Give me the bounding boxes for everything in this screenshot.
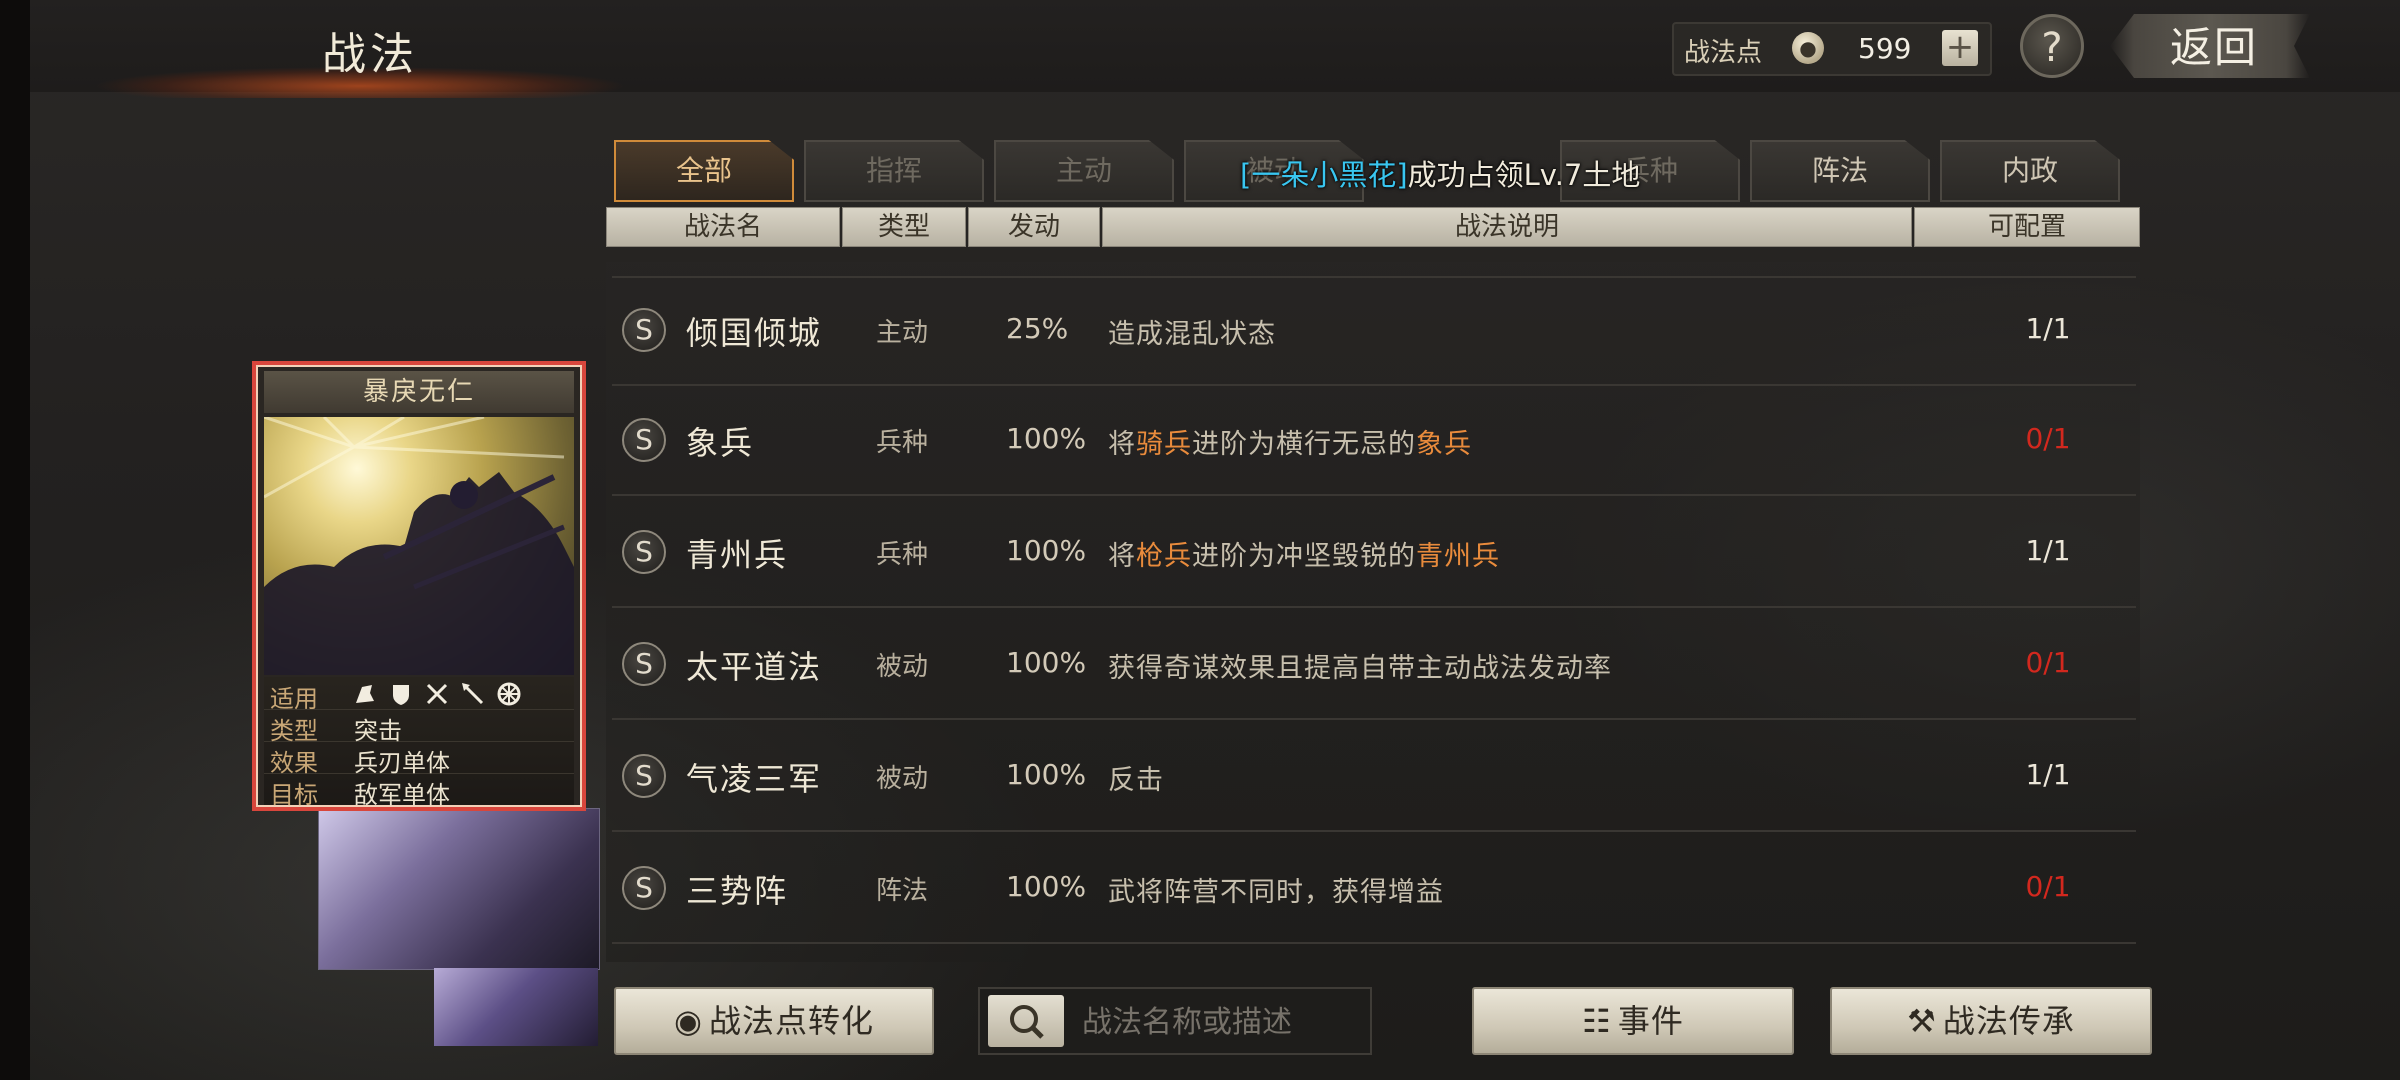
shield-icon <box>393 685 409 705</box>
back-label[interactable]: 返回 <box>2170 14 2258 75</box>
tactic-desc: 获得奇谋效果且提高自带主动战法发动率 <box>1108 653 1612 684</box>
tactic-count: 0/1 <box>2025 646 2071 679</box>
grade-badge: S <box>622 642 666 686</box>
column-name[interactable]: 战法名 <box>606 207 840 247</box>
tactic-name: 气凌三军 <box>686 760 823 798</box>
alert-scroll-icon: ☷ <box>1582 1002 1612 1040</box>
toast-message: 成功占领Lv.7土地 <box>1407 158 1641 192</box>
tactic-name: 三势阵 <box>686 872 789 910</box>
table-row[interactable]: S 倾国倾城 主动 25% 造成混乱状态 1/1 <box>612 276 2136 386</box>
table-row[interactable]: S 太平道法 被动 100% 获得奇谋效果且提高自带主动战法发动率 0/1 <box>612 612 2136 720</box>
cavalry-icon <box>356 685 374 703</box>
tactic-desc: 造成混乱状态 <box>1108 319 1276 350</box>
broadcast-toast: [一朵小黑花]成功占领Lv.7土地 <box>1240 152 1640 194</box>
search-button[interactable] <box>988 995 1064 1047</box>
tactic-desc: 反击 <box>1108 765 1164 796</box>
tab-active[interactable]: 主动 <box>994 140 1174 202</box>
tab-internal[interactable]: 内政 <box>1940 140 2120 202</box>
card-stats: 适用 类型 突击 效果 兵刃单体 目标 敌军单体 <box>264 677 574 809</box>
tactic-count: 1/1 <box>2025 312 2071 345</box>
tactic-name: 太平道法 <box>686 648 823 686</box>
inherit-tactic-button[interactable]: ⚒ 战法传承 <box>1830 987 2152 1055</box>
spear-icon <box>462 683 484 705</box>
search-box <box>978 987 1372 1055</box>
stat-type: 类型 突击 <box>264 709 574 745</box>
card-art-behind <box>318 808 600 970</box>
table-row[interactable]: S 象兵 兵种 100% 将骑兵进阶为横行无忌的象兵 0/1 <box>612 388 2136 496</box>
points-value: 599 <box>1858 32 1912 65</box>
tactic-count: 0/1 <box>2025 870 2071 903</box>
column-type[interactable]: 类型 <box>842 207 966 247</box>
points-label: 战法点 <box>1684 38 1763 68</box>
tactic-rate: 100% <box>1006 870 1087 903</box>
tactic-name: 青州兵 <box>686 536 789 574</box>
tab-all[interactable]: 全部 <box>614 140 794 202</box>
convert-points-button[interactable]: ◉ 战法点转化 <box>614 987 934 1055</box>
tactic-count: 0/1 <box>2025 422 2071 455</box>
tactic-type: 被动 <box>876 652 929 682</box>
tactic-type: 主动 <box>876 318 929 348</box>
card-art-behind-2 <box>434 968 598 1046</box>
tactic-type: 被动 <box>876 764 929 794</box>
tactic-type: 兵种 <box>876 428 929 458</box>
add-points-button[interactable]: + <box>1942 30 1978 66</box>
tactic-count: 1/1 <box>2025 758 2071 791</box>
left-edge <box>0 0 30 1080</box>
tactic-name: 象兵 <box>686 424 755 462</box>
table-row[interactable]: S 气凌三军 被动 100% 反击 1/1 <box>612 724 2136 832</box>
tactic-type: 兵种 <box>876 540 929 570</box>
card-title: 暴戾无仁 <box>264 371 574 413</box>
tactic-desc: 将骑兵进阶为横行无忌的象兵 <box>1108 429 1472 460</box>
column-rate[interactable]: 发动 <box>968 207 1100 247</box>
tactic-rate: 100% <box>1006 422 1087 455</box>
table-row[interactable]: S 青州兵 兵种 100% 将枪兵进阶为冲坚毁锐的青州兵 1/1 <box>612 500 2136 608</box>
grade-badge: S <box>622 754 666 798</box>
tactic-rate: 100% <box>1006 646 1087 679</box>
tactic-desc: 将枪兵进阶为冲坚毁锐的青州兵 <box>1108 541 1500 572</box>
tactic-type: 阵法 <box>876 876 929 906</box>
toast-player: [一朵小黑花] <box>1240 158 1408 192</box>
tactic-count: 1/1 <box>2025 534 2071 567</box>
tactic-name: 倾国倾城 <box>686 314 823 352</box>
tab-command[interactable]: 指挥 <box>804 140 984 202</box>
tab-formation[interactable]: 阵法 <box>1750 140 1930 202</box>
wheel-icon <box>497 682 521 706</box>
hammer-icon: ⚒ <box>1907 1002 1937 1040</box>
page-title: 战法 <box>322 29 418 80</box>
selected-tactic-card[interactable]: 暴戾无仁 适用 类型 突击 效果 兵刃单体 目标 敌军单体 <box>252 361 586 811</box>
search-icon <box>1010 1005 1044 1039</box>
help-button[interactable]: ? <box>2020 14 2084 78</box>
grade-badge: S <box>622 530 666 574</box>
stat-apply: 适用 <box>264 677 574 713</box>
flame-icon: ◉ <box>674 1002 703 1040</box>
tactic-rate: 100% <box>1006 758 1087 791</box>
card-illustration <box>264 417 574 675</box>
tactic-rate: 100% <box>1006 534 1087 567</box>
flame-coin-icon: ● <box>1792 32 1824 64</box>
grade-badge: S <box>622 866 666 910</box>
crossed-bows-icon <box>426 683 448 705</box>
stat-effect: 效果 兵刃单体 <box>264 741 574 777</box>
tactic-desc: 武将阵营不同时，获得增益 <box>1108 877 1444 908</box>
column-count[interactable]: 可配置 <box>1914 207 2140 247</box>
grade-badge: S <box>622 308 666 352</box>
events-button[interactable]: ☷ 事件 <box>1472 987 1794 1055</box>
table-row[interactable]: S 三势阵 阵法 100% 武将阵营不同时，获得增益 0/1 <box>612 836 2136 944</box>
tactic-rate: 25% <box>1006 312 1069 345</box>
grade-badge: S <box>622 418 666 462</box>
column-desc: 战法说明 <box>1102 207 1912 247</box>
search-input[interactable] <box>1080 995 1364 1049</box>
tactic-points-box: 战法点 ● 599 + <box>1672 22 1992 76</box>
stat-target: 目标 敌军单体 <box>270 781 450 809</box>
